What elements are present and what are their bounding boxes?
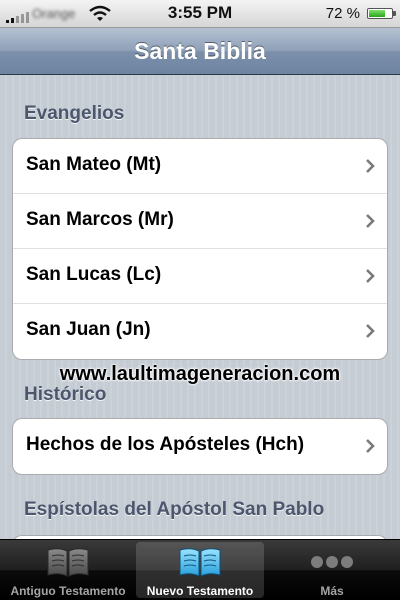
section-header-historico: Histórico: [24, 384, 107, 405]
list-item-hechos[interactable]: Hechos de los Apósteles (Hch): [13, 419, 387, 474]
chevron-right-icon: [366, 439, 375, 453]
navigation-bar: Santa Biblia: [0, 28, 400, 75]
tab-bar: Antiguo Testamento Nuevo Testamento Más: [0, 539, 400, 600]
tab-label: Más: [320, 584, 344, 598]
battery-percentage: 72 %: [325, 5, 360, 22]
watermark-text: www.laultimageneracion.com: [59, 363, 341, 385]
chevron-right-icon: [366, 214, 375, 228]
chevron-right-icon: [366, 159, 375, 173]
closed-book-icon: [47, 548, 89, 577]
section-group-historico: Hechos de los Apósteles (Hch): [12, 418, 388, 475]
tab-label: Nuevo Testamento: [146, 584, 254, 598]
section-group-evangelios: San Mateo (Mt) San Marcos (Mr) San Lucas…: [12, 138, 388, 360]
table-view[interactable]: Evangelios San Mateo (Mt) San Marcos (Mr…: [0, 75, 400, 539]
status-bar: Orange 3:55 PM 72 %: [0, 0, 400, 28]
list-item-san-mateo[interactable]: San Mateo (Mt): [13, 139, 387, 194]
list-item-san-juan[interactable]: San Juan (Jn): [13, 304, 387, 359]
list-item-label: San Lucas (Lc): [26, 264, 162, 285]
battery-icon: [367, 8, 396, 19]
section-header-epistolas: Espístolas del Apóstol San Pablo: [24, 499, 325, 520]
tab-nuevo-testamento[interactable]: Nuevo Testamento: [136, 542, 264, 598]
tab-antiguo-testamento[interactable]: Antiguo Testamento: [4, 542, 132, 598]
chevron-right-icon: [366, 324, 375, 338]
list-item-label: San Juan (Jn): [26, 319, 151, 340]
section-header-evangelios: Evangelios: [24, 103, 125, 124]
more-dots-icon: [311, 556, 353, 568]
battery-fill: [369, 10, 385, 17]
list-item-label: Hechos de los Apósteles (Hch): [26, 434, 305, 455]
tab-mas[interactable]: Más: [268, 542, 396, 598]
chevron-right-icon: [366, 269, 375, 283]
open-book-icon: [179, 548, 221, 577]
page-title: Santa Biblia: [134, 38, 266, 64]
list-item-label: San Marcos (Mr): [26, 209, 174, 230]
list-item-label: San Mateo (Mt): [26, 154, 162, 175]
list-item-san-lucas[interactable]: San Lucas (Lc): [13, 249, 387, 304]
tab-label: Antiguo Testamento: [10, 584, 126, 598]
list-item-san-marcos[interactable]: San Marcos (Mr): [13, 194, 387, 249]
